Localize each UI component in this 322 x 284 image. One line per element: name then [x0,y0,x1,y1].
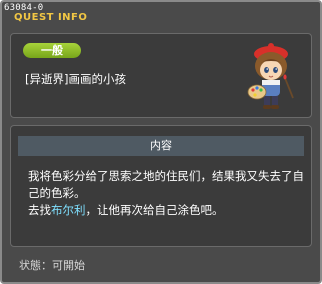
window-title: QUEST INFO [14,12,88,23]
quest-summary-panel: 一般 [异逝界]画画的小孩 [10,33,312,118]
quest-status: 状態：可開始 [19,259,85,272]
quest-name: [异逝界]画画的小孩 [25,72,126,86]
description-text: 去找 [28,203,51,217]
description-line: 去找布尔利，让他再次给自己涂色吧。 [28,202,304,219]
quest-description: 我将色彩分给了思索之地的住民们，结果我又失去了自己的色彩。 去找布尔利，让他再次… [28,168,304,219]
quest-info-window: 63084-0 QUEST INFO 一般 [异逝界]画画的小孩 内容 我将色彩… [0,0,322,284]
description-line: 我将色彩分给了思索之地的住民们，结果我又失去了自己的色彩。 [28,169,304,200]
npc-name-link[interactable]: 布尔利 [51,203,86,217]
description-text: ，让他再次给自己涂色吧。 [85,203,224,217]
quest-content-panel: 内容 我将色彩分给了思索之地的住民们，结果我又失去了自己的色彩。 去找布尔利，让… [10,125,312,247]
content-header: 内容 [18,136,304,156]
quest-category-badge: 一般 [23,43,81,58]
npc-portrait-icon [247,43,294,109]
